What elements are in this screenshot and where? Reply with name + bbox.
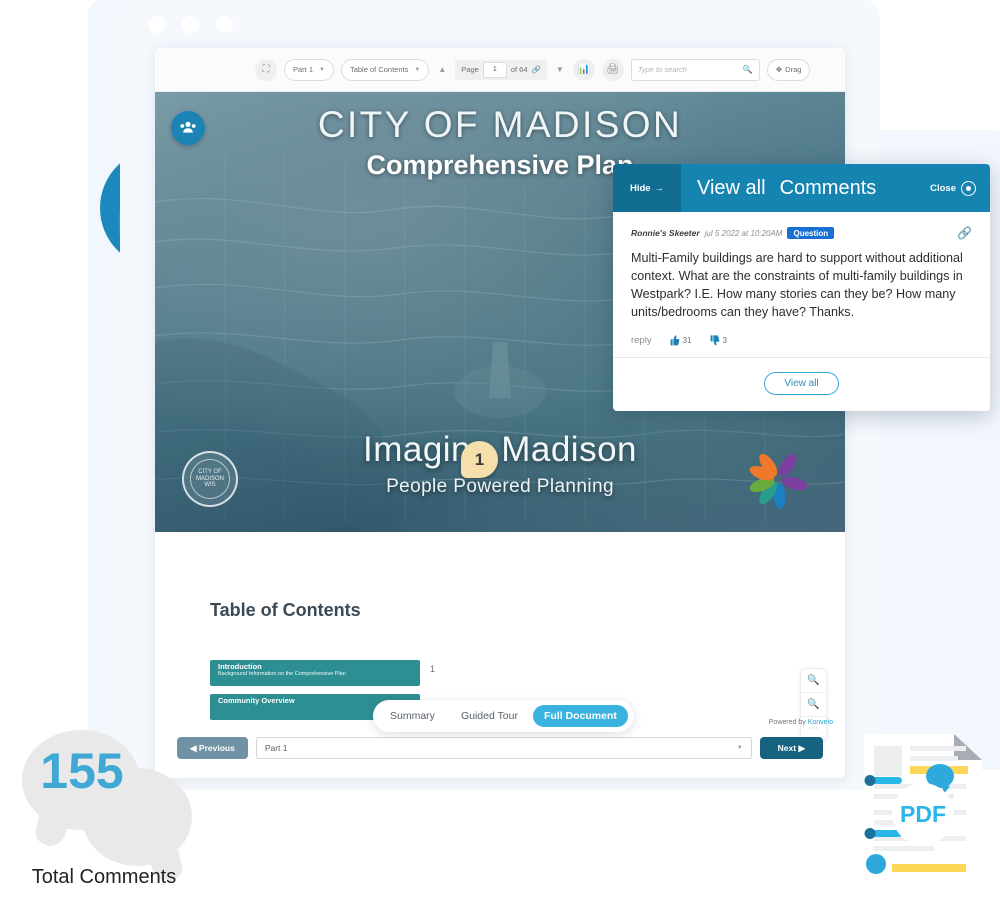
thumbs-up-count: 31 — [682, 336, 692, 345]
comment-meta: Ronnie's Skeeter jul 5 2022 at 10:20AM Q… — [631, 226, 972, 240]
chart-icon[interactable]: 📊 — [572, 58, 595, 81]
powered-by: Powered by Konveio — [769, 719, 833, 726]
cover-tagline: People Powered Planning — [386, 476, 614, 497]
comment-item: Ronnie's Skeeter jul 5 2022 at 10:20AM Q… — [613, 212, 990, 358]
toc-row-page: 1 — [430, 664, 436, 674]
drag-button[interactable]: ✥ Drag — [766, 58, 811, 81]
total-comments-stat: 155 Total Comments — [10, 720, 210, 895]
tab-comments[interactable]: Comments — [780, 177, 877, 200]
pdf-label: PDF — [900, 801, 946, 827]
comments-panel-footer: View all — [613, 358, 990, 411]
zoom-in-icon[interactable]: 🔍 — [801, 669, 826, 693]
chevron-down-icon: ▼ — [736, 745, 743, 751]
comments-panel: Hide → View all Comments Close Ronnie's … — [613, 164, 990, 411]
comment-date: jul 5 2022 at 10:20AM — [704, 228, 783, 238]
page-label: Page — [461, 65, 479, 74]
tab-full-document[interactable]: Full Document — [532, 705, 628, 727]
powered-by-brand[interactable]: Konveio — [808, 719, 833, 726]
pdf-doc-icon: PDF — [864, 734, 982, 890]
status-badge: Question — [787, 227, 835, 239]
mode-tabs: Summary Guided Tour Full Document — [373, 700, 634, 732]
search-input[interactable]: Type to search 🔍 — [630, 58, 760, 81]
search-placeholder: Type to search — [637, 65, 687, 74]
thumbs-up-button[interactable]: 31 — [667, 334, 692, 347]
search-icon: 🔍 — [742, 65, 753, 74]
reply-button[interactable]: reply — [631, 335, 652, 346]
pdf-document-graphic: PDF — [862, 732, 984, 892]
close-label: Close — [930, 182, 956, 194]
tab-view-all[interactable]: View all — [681, 177, 780, 200]
part-dropdown-value: Part 1 — [264, 743, 288, 753]
page-link-icon[interactable]: 🔗 — [532, 65, 541, 74]
viewer-toolbar: ⛶ Part 1 ▼ Table of Contents ▼ ▲ Page 1 … — [155, 48, 845, 92]
city-seal-text: CITY OF MADISON WIS — [190, 459, 230, 499]
tab-guided-tour[interactable]: Guided Tour — [450, 705, 529, 727]
total-comments-count: 155 — [40, 743, 124, 799]
previous-page-arrow[interactable]: ▲ — [436, 65, 448, 74]
document-viewer: ⛶ Part 1 ▼ Table of Contents ▼ ▲ Page 1 … — [155, 48, 845, 778]
toc-row-description: Background Information on the Comprehens… — [218, 671, 346, 678]
cover-brand: Imagine Madison — [362, 430, 638, 469]
window-dot-close[interactable] — [148, 16, 165, 33]
print-icon[interactable]: 🖨 — [601, 58, 624, 81]
arrow-right-icon: → — [654, 182, 665, 194]
toc-row[interactable]: Introduction Background Information on t… — [210, 660, 420, 686]
comment-author: Ronnie's Skeeter — [631, 228, 700, 238]
window-dot-minimize[interactable] — [182, 16, 199, 33]
next-page-arrow[interactable]: ▼ — [554, 65, 566, 74]
comment-text: Multi-Family buildings are hard to suppo… — [631, 251, 963, 319]
close-circle-icon — [961, 180, 976, 196]
window-dot-maximize[interactable] — [216, 16, 233, 33]
expand-icon[interactable]: ⛶ — [255, 58, 277, 81]
section-select-label: Table of Contents — [349, 65, 409, 74]
powered-by-prefix: Powered by — [768, 719, 808, 726]
zoom-controls: 🔍 🔍 ⋯ — [800, 668, 827, 741]
thumbs-down-button[interactable]: 3 — [707, 334, 727, 347]
browser-titlebar — [120, 0, 880, 48]
page-total: of 64 — [510, 65, 528, 74]
hide-label: Hide — [629, 182, 651, 194]
zoom-out-icon[interactable]: 🔍 — [801, 693, 826, 717]
chevron-down-icon: ▼ — [414, 66, 421, 73]
part-dropdown[interactable]: Part 1 ▼ — [255, 737, 752, 759]
chevron-down-icon: ▼ — [319, 66, 325, 73]
close-panel-button[interactable]: Close — [930, 180, 990, 196]
part-select-label: Part 1 — [293, 65, 314, 74]
hide-panel-button[interactable]: Hide → — [613, 164, 681, 212]
section-select[interactable]: Table of Contents ▼ — [340, 58, 430, 81]
comment-actions: reply 31 3 — [631, 334, 972, 347]
people-button[interactable] — [171, 111, 205, 145]
comment-marker-pin[interactable]: 1 — [461, 441, 498, 478]
drag-label: Drag — [785, 65, 802, 74]
thumbs-down-icon — [710, 335, 719, 346]
comments-panel-header: Hide → View all Comments Close — [613, 164, 990, 212]
move-icon: ✥ — [775, 65, 783, 74]
cover-title: CITY OF MADISON — [317, 104, 683, 145]
next-button[interactable]: Next ▶ — [759, 737, 823, 759]
people-icon — [180, 121, 196, 133]
pinwheel-logo — [749, 453, 808, 509]
toc-heading: Table of Contents — [210, 600, 361, 620]
view-all-button[interactable]: View all — [764, 372, 839, 395]
toc-row-title: Introduction — [218, 662, 262, 671]
page-input[interactable]: 1 — [482, 61, 507, 78]
total-comments-label: Total Comments — [31, 866, 177, 888]
thumbs-up-icon — [670, 335, 679, 346]
tab-summary[interactable]: Summary — [379, 705, 446, 727]
thumbs-down-count: 3 — [722, 336, 727, 345]
page-indicator: Page 1 of 64 🔗 — [455, 59, 547, 80]
link-icon[interactable]: 🔗 — [957, 226, 972, 240]
bottom-navigation: ◀ Previous Part 1 ▼ Next ▶ — [155, 736, 845, 760]
city-seal-logo: CITY OF MADISON WIS — [182, 451, 238, 507]
part-select[interactable]: Part 1 ▼ — [284, 58, 334, 81]
